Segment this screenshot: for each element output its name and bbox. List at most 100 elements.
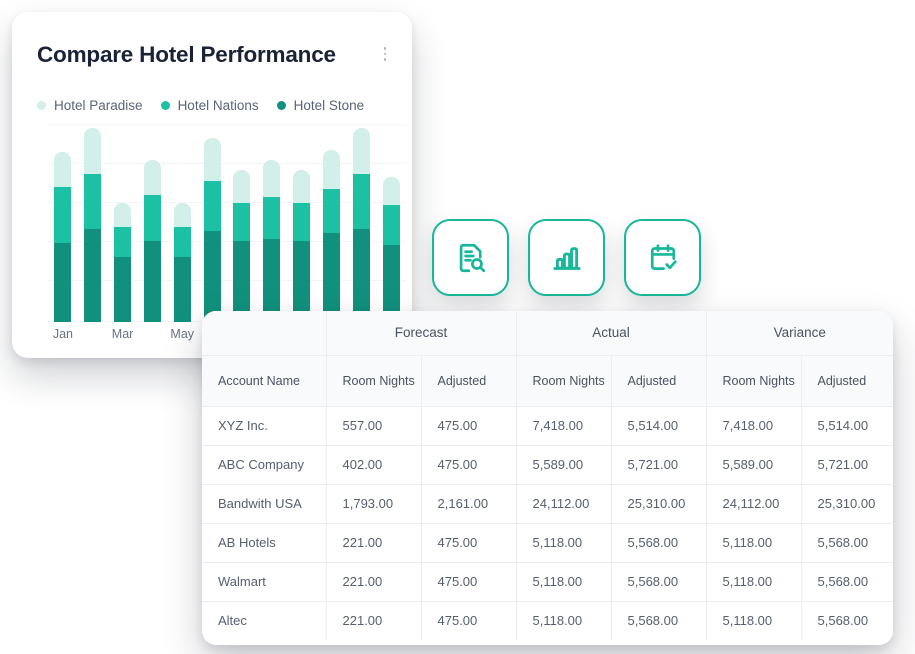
cell-value: 5,568.00 <box>611 601 707 640</box>
bar-slot <box>48 124 78 322</box>
chart-card: Compare Hotel Performance Hotel Paradise… <box>12 12 412 358</box>
bar-segment <box>173 256 191 322</box>
kebab-dot <box>383 47 387 50</box>
kebab-dot <box>383 52 387 56</box>
bar-slot <box>346 124 376 322</box>
cell-value: 5,589.00 <box>516 445 612 485</box>
cell-account-name: Altec <box>202 601 327 640</box>
bar-slot <box>287 124 317 322</box>
legend-color-swatch <box>160 101 170 110</box>
group-header-actual: Actual <box>516 311 707 356</box>
bar-segment <box>203 181 221 231</box>
table-row[interactable]: Altec 221.00 475.00 5,118.00 5,568.00 5,118.0… <box>202 601 893 640</box>
stacked-bar[interactable] <box>382 177 400 322</box>
legend-color-swatch <box>37 101 46 110</box>
x-axis-tick-blank <box>137 327 167 341</box>
data-table-card: Forecast Actual Variance Account Name Room … <box>202 311 893 645</box>
column-header-room-nights[interactable]: Room Nights <box>706 355 802 407</box>
cell-value: 24,112.00 <box>706 484 802 524</box>
cell-value: 7,418.00 <box>516 406 612 446</box>
column-header-adjusted[interactable]: Adjusted <box>611 355 707 407</box>
cell-value: 221.00 <box>326 562 422 602</box>
bar-slot <box>78 124 108 322</box>
calendar-check-button[interactable] <box>624 219 701 296</box>
column-header-adjusted[interactable]: Adjusted <box>421 355 517 407</box>
bar-slot <box>316 124 346 322</box>
column-header-room-nights[interactable]: Room Nights <box>326 355 422 407</box>
group-header-forecast: Forecast <box>326 311 517 356</box>
action-button-row <box>432 219 701 296</box>
bar-segment <box>54 151 72 188</box>
stacked-bar[interactable] <box>322 149 340 322</box>
table-row[interactable]: ABC Company 402.00 475.00 5,589.00 5,721.00 5… <box>202 445 893 485</box>
cell-value: 5,568.00 <box>801 562 893 602</box>
cell-value: 1,793.00 <box>326 484 422 524</box>
stacked-bar[interactable] <box>203 137 221 322</box>
stacked-bar[interactable] <box>352 127 370 322</box>
table-row[interactable]: Walmart 221.00 475.00 5,118.00 5,568.00 5,118… <box>202 562 893 602</box>
calendar-check-icon <box>646 241 680 275</box>
cell-value: 402.00 <box>326 445 422 485</box>
cell-value: 475.00 <box>421 523 517 563</box>
legend-color-swatch <box>276 101 286 110</box>
cell-value: 475.00 <box>421 406 517 446</box>
legend-item[interactable]: Hotel Stone <box>276 98 364 113</box>
bar-chart-button[interactable] <box>528 219 605 296</box>
legend-item[interactable]: Hotel Nations <box>160 98 259 113</box>
bar-segment <box>203 230 221 322</box>
cell-value: 5,589.00 <box>706 445 802 485</box>
bar-slot <box>197 124 227 322</box>
table-row[interactable]: AB Hotels 221.00 475.00 5,118.00 5,568.00 5,1… <box>202 523 893 563</box>
stacked-bar[interactable] <box>143 159 161 322</box>
cell-value: 557.00 <box>326 406 422 446</box>
bar-slot <box>108 124 138 322</box>
stacked-bar[interactable] <box>233 169 251 322</box>
stacked-bar[interactable] <box>173 203 191 322</box>
group-header-empty <box>202 311 327 356</box>
cell-account-name: AB Hotels <box>202 523 327 563</box>
cell-value: 5,118.00 <box>706 562 802 602</box>
bar-segment <box>293 169 311 204</box>
cell-value: 5,118.00 <box>516 523 612 563</box>
bar-segment <box>352 228 370 322</box>
stacked-bar[interactable] <box>54 151 72 322</box>
kebab-menu-icon[interactable] <box>376 44 394 64</box>
column-header-adjusted[interactable]: Adjusted <box>801 355 893 407</box>
table-group-header-row: Forecast Actual Variance <box>202 311 893 356</box>
data-table: Forecast Actual Variance Account Name Room … <box>202 311 893 640</box>
cell-value: 475.00 <box>421 562 517 602</box>
stacked-bar[interactable] <box>114 203 132 322</box>
stacked-bar[interactable] <box>84 127 102 322</box>
column-header-room-nights[interactable]: Room Nights <box>516 355 612 407</box>
column-header-account-name[interactable]: Account Name <box>202 355 327 407</box>
cell-value: 5,721.00 <box>611 445 707 485</box>
bar-slot <box>227 124 257 322</box>
bar-slot <box>137 124 167 322</box>
cell-value: 25,310.00 <box>611 484 707 524</box>
bar-segment <box>143 195 161 241</box>
x-axis-tick-jan: Jan <box>52 327 73 341</box>
cell-value: 221.00 <box>326 601 422 640</box>
cell-value: 475.00 <box>421 445 517 485</box>
table-row[interactable]: XYZ Inc. 557.00 475.00 7,418.00 5,514.00 7,41… <box>202 406 893 446</box>
x-axis-tick-mar: Mar <box>111 327 134 341</box>
cell-value: 5,118.00 <box>706 523 802 563</box>
document-search-button[interactable] <box>432 219 509 296</box>
bar-segment <box>263 197 281 239</box>
table-row[interactable]: Bandwith USA 1,793.00 2,161.00 24,112.00 25,… <box>202 484 893 524</box>
bar-segment <box>114 256 132 322</box>
x-axis-tick-may: May <box>170 327 195 341</box>
table-column-header-row: Account Name Room Nights Adjusted Room Nigh… <box>202 355 893 407</box>
bar-segment <box>173 226 191 257</box>
bar-segment <box>173 203 191 227</box>
bar-slot <box>167 124 197 322</box>
cell-account-name: Bandwith USA <box>202 484 327 524</box>
stacked-bar[interactable] <box>263 159 281 322</box>
stacked-bar[interactable] <box>293 169 311 322</box>
bar-segment <box>322 149 340 190</box>
bar-segment <box>84 228 102 322</box>
bar-segment <box>54 242 72 322</box>
legend-item[interactable]: Hotel Paradise <box>37 98 143 113</box>
legend-label: Hotel Nations <box>177 98 259 113</box>
kebab-dot <box>383 58 387 61</box>
